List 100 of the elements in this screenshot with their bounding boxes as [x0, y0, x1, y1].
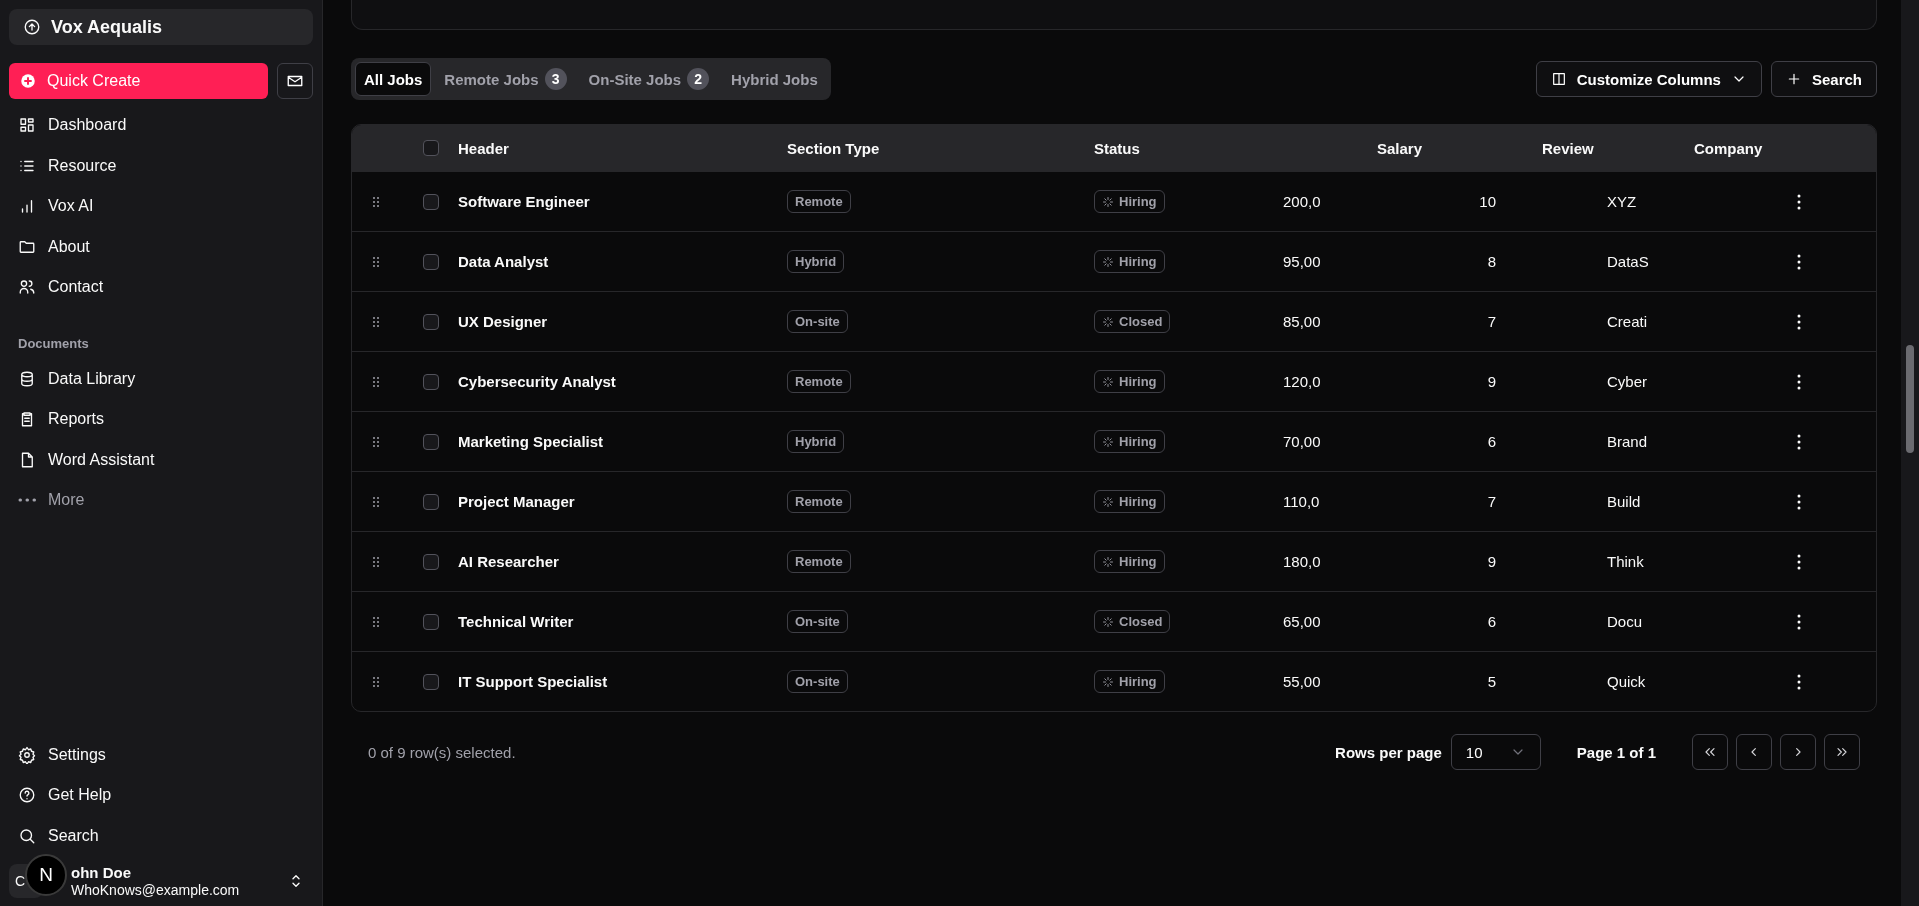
nav-item[interactable]: Reports [9, 399, 313, 440]
more-options-icon[interactable] [1797, 313, 1801, 330]
company-input[interactable]: Quick [1607, 673, 1646, 690]
drag-handle-icon[interactable] [372, 495, 380, 508]
drag-handle-icon[interactable] [372, 195, 380, 208]
nav-item[interactable]: Get Help [9, 775, 313, 816]
drag-handle-icon[interactable] [372, 255, 380, 268]
drag-handle-icon[interactable] [372, 375, 380, 388]
company-input[interactable]: XYZ [1607, 193, 1637, 210]
nav-item[interactable]: Data Library [9, 358, 313, 399]
column-header: Salary [1377, 139, 1423, 157]
nav-item[interactable]: Word Assistant [9, 439, 313, 480]
job-title-link[interactable]: Marketing Specialist [458, 433, 604, 450]
job-title-link[interactable]: IT Support Specialist [458, 673, 608, 690]
row-checkbox[interactable] [423, 373, 439, 390]
company-input[interactable]: Cyber [1607, 373, 1647, 390]
drag-handle-icon[interactable] [372, 555, 380, 568]
nav-item[interactable]: Vox AI [9, 186, 313, 227]
dev-tools-badge[interactable]: N [25, 854, 67, 896]
inbox-button[interactable] [277, 63, 313, 99]
more-options-icon[interactable] [1797, 493, 1801, 510]
more-options-icon[interactable] [1797, 253, 1801, 270]
salary-input[interactable]: 180,0 [1283, 553, 1321, 570]
more-item[interactable]: More [9, 480, 313, 521]
loader-icon [1102, 195, 1114, 208]
customize-columns-button[interactable]: Customize Columns [1535, 61, 1762, 97]
row-checkbox[interactable] [423, 253, 439, 270]
nav-item[interactable]: Resource [9, 145, 313, 186]
review-input[interactable]: 9 [1487, 373, 1496, 390]
company-input[interactable]: DataS [1607, 253, 1649, 270]
drag-handle-icon[interactable] [372, 615, 380, 628]
review-input[interactable]: 7 [1487, 313, 1496, 330]
nav-item[interactable]: About [9, 226, 313, 267]
more-options-icon[interactable] [1797, 193, 1801, 210]
row-checkbox[interactable] [423, 553, 439, 570]
job-title-link[interactable]: Data Analyst [458, 253, 549, 270]
database-icon [18, 369, 36, 388]
salary-input[interactable]: 85,00 [1283, 313, 1321, 330]
job-title-link[interactable]: Software Engineer [458, 193, 590, 210]
company-input[interactable]: Build [1607, 493, 1641, 510]
nav-item[interactable]: Settings [9, 734, 313, 775]
scrollbar[interactable] [1901, 0, 1919, 906]
loader-icon [1102, 435, 1114, 448]
first-page-button[interactable] [1692, 734, 1728, 770]
more-options-icon[interactable] [1797, 613, 1801, 630]
salary-input[interactable]: 55,00 [1283, 673, 1321, 690]
salary-input[interactable]: 110,0 [1283, 493, 1320, 510]
nav-item[interactable]: Dashboard [9, 105, 313, 146]
review-input[interactable]: 6 [1487, 433, 1496, 450]
review-input[interactable]: 6 [1487, 613, 1496, 630]
company-input[interactable]: Think [1607, 553, 1644, 570]
review-input[interactable]: 7 [1487, 493, 1496, 510]
section-type-badge: Remote [787, 190, 851, 213]
review-input[interactable]: 8 [1487, 253, 1496, 270]
salary-input[interactable]: 200,0 [1283, 193, 1321, 210]
more-options-icon[interactable] [1797, 433, 1801, 450]
job-title-link[interactable]: Technical Writer [458, 613, 574, 630]
company-input[interactable]: Docu [1607, 613, 1643, 630]
salary-input[interactable]: 70,00 [1283, 433, 1321, 450]
review-input[interactable]: 10 [1479, 193, 1496, 210]
review-input[interactable]: 5 [1487, 673, 1496, 690]
tab[interactable]: Hybrid Jobs [722, 62, 827, 96]
drag-handle-icon[interactable] [372, 315, 380, 328]
row-checkbox[interactable] [423, 493, 439, 510]
company-input[interactable]: Brand [1607, 433, 1648, 450]
review-input[interactable]: 9 [1487, 553, 1496, 570]
more-options-icon[interactable] [1797, 373, 1801, 390]
section-type-badge: Remote [787, 550, 851, 573]
salary-input[interactable]: 95,00 [1283, 253, 1321, 270]
row-checkbox[interactable] [423, 673, 439, 690]
salary-input[interactable]: 120,0 [1283, 373, 1321, 390]
column-header: Section Type [787, 139, 880, 157]
more-options-icon[interactable] [1797, 553, 1801, 570]
job-title-link[interactable]: Cybersecurity Analyst [458, 373, 616, 390]
salary-input[interactable]: 65,00 [1283, 613, 1321, 630]
page-indicator: Page 1 of 1 [1576, 743, 1656, 761]
tab[interactable]: All Jobs [355, 62, 432, 96]
drag-handle-icon[interactable] [372, 675, 380, 688]
section-heading: Documents [18, 335, 90, 351]
job-title-link[interactable]: UX Designer [458, 313, 548, 330]
company-input[interactable]: Creati [1607, 313, 1647, 330]
nav-item[interactable]: Contact [9, 267, 313, 308]
tab[interactable]: Remote Jobs 3 [435, 62, 576, 96]
job-title-link[interactable]: Project Manager [458, 493, 575, 510]
quick-create-button[interactable]: Quick Create [9, 63, 268, 99]
row-checkbox[interactable] [423, 613, 439, 630]
count-badge: 3 [544, 68, 567, 90]
job-title-link[interactable]: AI Researcher [458, 553, 559, 570]
workspace-switcher[interactable]: Vox Aequalis [9, 9, 313, 45]
tab[interactable]: On-Site Jobs 2 [579, 62, 719, 96]
row-checkbox[interactable] [423, 193, 439, 210]
rows-per-page-select[interactable]: 10 [1450, 734, 1541, 770]
drag-handle-icon[interactable] [372, 435, 380, 448]
row-checkbox[interactable] [423, 313, 439, 330]
last-page-button[interactable] [1824, 734, 1860, 770]
row-checkbox[interactable] [423, 433, 439, 450]
search-button[interactable]: Search [1770, 61, 1877, 97]
select-all-checkbox[interactable] [423, 140, 439, 156]
more-options-icon[interactable] [1797, 673, 1801, 690]
nav-item[interactable]: Search [9, 815, 313, 856]
